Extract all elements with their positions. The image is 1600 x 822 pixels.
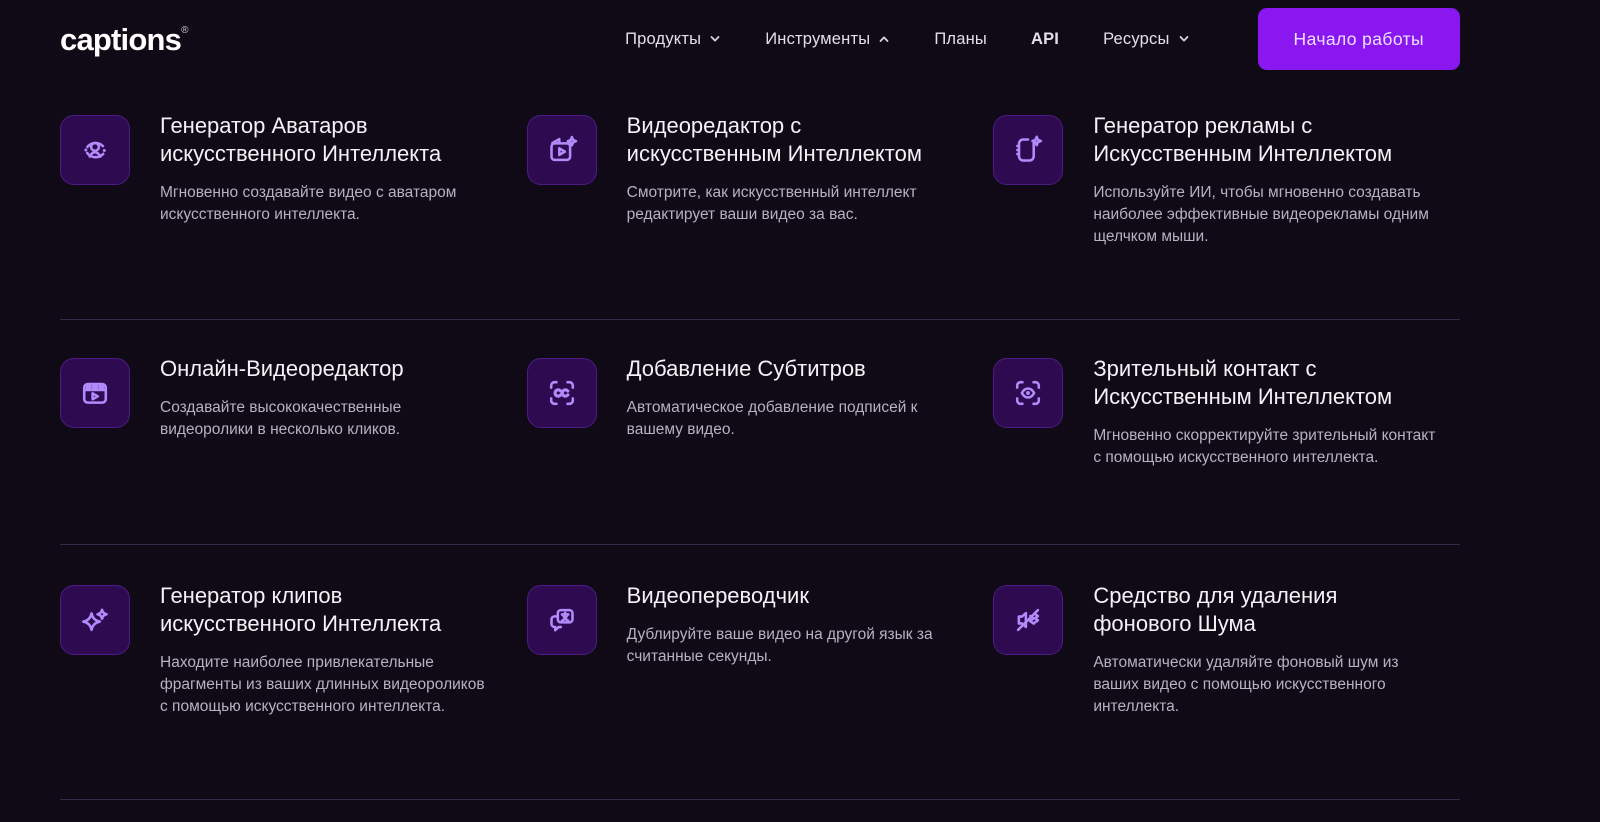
icon-tile bbox=[526, 358, 597, 428]
card-title: Зрительный контакт с Искусственным Интел… bbox=[1093, 356, 1393, 409]
card-text: Видеоредактор с искусственным Интеллекто… bbox=[626, 113, 959, 226]
nav-label-products: Продукты bbox=[625, 29, 702, 48]
ai-avatar-generator-icon bbox=[84, 141, 106, 159]
logo-text: captions bbox=[60, 21, 182, 57]
background-noise-remover-icon bbox=[1017, 608, 1040, 632]
online-video-editor-icon bbox=[82, 382, 108, 404]
captions-logo[interactable]: captions® bbox=[60, 24, 188, 55]
card-title: Генератор клипов искусственного Интеллек… bbox=[160, 583, 442, 636]
card-text: Генератор рекламы с Искусственным Интелл… bbox=[1093, 113, 1443, 248]
tools-grid-row-2: Онлайн-Видеоредактор Создавайте высокока… bbox=[60, 320, 1460, 545]
card-title: Видеоредактор с искусственным Интеллекто… bbox=[626, 113, 922, 166]
chevron-down-icon bbox=[710, 36, 720, 42]
tool-card-online-video-editor[interactable]: Онлайн-Видеоредактор Создавайте высокока… bbox=[60, 356, 527, 544]
card-text: Средство для удаления фонового Шума Авто… bbox=[1093, 583, 1443, 718]
icon-tile bbox=[993, 358, 1064, 428]
card-text: Видеопереводчик Дублируйте ваше видео на… bbox=[626, 583, 959, 668]
tools-grid-row-1: Генератор Аватаров искусственного Интелл… bbox=[60, 78, 1460, 320]
card-description: Мгновенно скорректируйте зрительный конт… bbox=[1093, 427, 1436, 466]
nav-label-tools: Инструменты bbox=[765, 29, 871, 48]
tool-card-ai-video-editor[interactable]: Видеоредактор с искусственным Интеллекто… bbox=[526, 113, 994, 319]
nav-item-plans[interactable]: Планы bbox=[934, 30, 987, 49]
card-text: Добавление Субтитров Автоматическое доба… bbox=[626, 356, 959, 441]
main-nav: Продукты Инструменты Планы API Ресурсы bbox=[625, 30, 1189, 49]
icon-tile bbox=[60, 358, 130, 428]
card-description: Создавайте высококачественные видеоролик… bbox=[160, 399, 402, 438]
tool-card-ai-ads-generator[interactable]: Генератор рекламы с Искусственным Интелл… bbox=[993, 113, 1460, 319]
card-description: Мгновенно создавайте видео с аватаром ис… bbox=[160, 184, 457, 223]
tool-card-ai-avatar-generator[interactable]: Генератор Аватаров искусственного Интелл… bbox=[60, 113, 527, 319]
chevron-up-icon bbox=[879, 36, 889, 42]
icon-tile bbox=[526, 585, 597, 655]
page-container: captions® Продукты Инструменты Планы API… bbox=[60, 0, 1460, 800]
nav-label-plans: Планы bbox=[934, 29, 987, 48]
tool-card-ai-eye-contact[interactable]: Зрительный контакт с Искусственным Интел… bbox=[993, 356, 1460, 544]
video-translator-icon bbox=[549, 608, 574, 632]
tool-card-add-captions[interactable]: Добавление Субтитров Автоматическое доба… bbox=[526, 356, 994, 544]
card-description: Используйте ИИ, чтобы мгновенно создават… bbox=[1093, 184, 1429, 245]
chevron-down-icon bbox=[1179, 36, 1188, 42]
card-text: Генератор клипов искусственного Интеллек… bbox=[160, 583, 492, 718]
ai-ads-generator-icon bbox=[1016, 135, 1043, 162]
nav-item-resources[interactable]: Ресурсы bbox=[1103, 30, 1189, 49]
card-title: Онлайн-Видеоредактор bbox=[160, 356, 404, 381]
nav-item-api[interactable]: API bbox=[1031, 30, 1059, 49]
card-description: Автоматическое добавление подписей к ваш… bbox=[626, 399, 918, 438]
nav-item-tools[interactable]: Инструменты bbox=[765, 30, 890, 49]
tool-card-ai-clip-generator[interactable]: Генератор клипов искусственного Интеллек… bbox=[60, 583, 527, 799]
card-description: Смотрите, как искусственный интеллект ре… bbox=[626, 184, 917, 223]
get-started-button[interactable]: Начало работы bbox=[1257, 8, 1460, 70]
icon-tile bbox=[60, 115, 130, 185]
icon-tile bbox=[60, 585, 130, 655]
tools-grid: Генератор Аватаров искусственного Интелл… bbox=[60, 78, 1460, 800]
nav-label-resources: Ресурсы bbox=[1103, 29, 1170, 48]
card-title: Генератор рекламы с Искусственным Интелл… bbox=[1093, 113, 1393, 166]
ai-video-editor-icon bbox=[549, 135, 577, 162]
card-title: Средство для удаления фонового Шума bbox=[1093, 583, 1338, 636]
card-title: Видеопереводчик bbox=[626, 583, 809, 608]
captions-cc-icon bbox=[549, 380, 574, 406]
tools-grid-row-3: Генератор клипов искусственного Интеллек… bbox=[60, 545, 1460, 800]
icon-tile bbox=[526, 115, 597, 185]
tool-card-video-translator[interactable]: Видеопереводчик Дублируйте ваше видео на… bbox=[526, 583, 994, 799]
card-text: Онлайн-Видеоредактор Создавайте высокока… bbox=[160, 356, 492, 441]
icon-tile bbox=[993, 585, 1064, 655]
tool-card-background-noise-remover[interactable]: Средство для удаления фонового Шума Авто… bbox=[993, 583, 1460, 799]
card-title: Добавление Субтитров bbox=[626, 356, 866, 381]
nav-item-products[interactable]: Продукты bbox=[625, 30, 721, 49]
card-title: Генератор Аватаров искусственного Интелл… bbox=[160, 113, 442, 166]
card-text: Зрительный контакт с Искусственным Интел… bbox=[1093, 356, 1443, 469]
top-navigation-bar: captions® Продукты Инструменты Планы API… bbox=[60, 0, 1460, 78]
registered-trademark: ® bbox=[181, 24, 188, 36]
nav-label-api: API bbox=[1030, 29, 1060, 48]
card-description: Автоматически удаляйте фоновый шум из ва… bbox=[1093, 654, 1399, 715]
card-description: Дублируйте ваше видео на другой язык за … bbox=[626, 626, 933, 665]
ai-clip-generator-icon bbox=[82, 608, 108, 632]
icon-tile bbox=[993, 115, 1064, 185]
card-description: Находите наиболее привлекательные фрагме… bbox=[160, 654, 485, 715]
ai-eye-contact-icon bbox=[1016, 380, 1041, 406]
card-text: Генератор Аватаров искусственного Интелл… bbox=[160, 113, 492, 226]
